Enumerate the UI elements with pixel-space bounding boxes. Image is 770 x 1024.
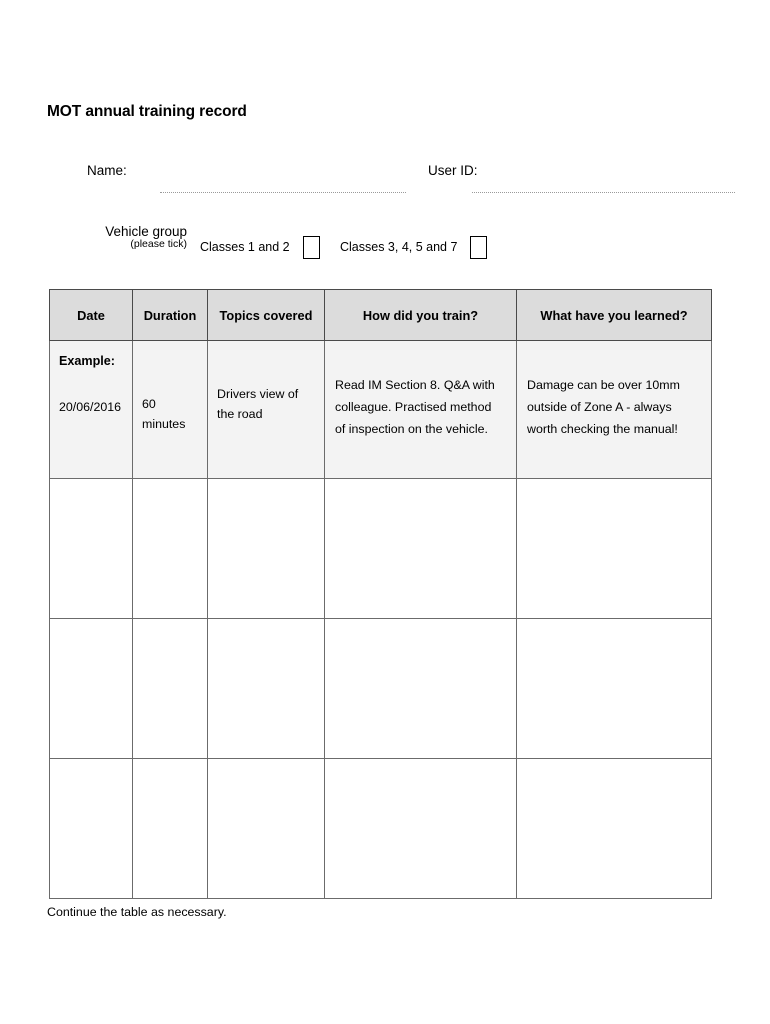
identity-fields: Name: User ID: [0,160,770,202]
table-row [49,758,712,899]
classes-1-2-checkbox[interactable] [302,235,320,259]
vehicle-group-option-classes-1-2[interactable]: Classes 1 and 2 [200,234,320,260]
cell-topics-example[interactable]: Drivers view of the road [207,340,325,479]
cell-learned[interactable] [516,758,712,899]
cell-topics[interactable] [207,758,325,899]
example-label: Example: [59,354,115,368]
training-record-table: Date Duration Topics covered How did you… [49,289,712,899]
vehicle-group-section: Vehicle group (please tick) Classes 1 an… [0,224,770,269]
cell-learned[interactable] [516,618,712,759]
example-topics-value: Drivers view of the road [217,387,299,422]
vehicle-group-option-classes-3-4-5-7[interactable]: Classes 3, 4, 5 and 7 [340,234,488,260]
cell-date-example[interactable]: Example: 20/06/2016 [49,340,133,479]
column-header-learned: What have you learned? [516,289,712,341]
cell-duration[interactable] [132,478,208,619]
classes-3-4-5-7-checkbox[interactable] [470,235,488,259]
document-page: MOT annual training record Name: User ID… [0,0,770,1024]
vehicle-group-hint: (please tick) [130,238,187,251]
example-how-value: Read IM Section 8. Q&A with colleague. P… [335,378,495,437]
example-learned-value: Damage can be over 10mm outside of Zone … [527,378,680,437]
column-header-date: Date [49,289,133,341]
cell-how[interactable] [324,478,517,619]
column-header-how: How did you train? [324,289,517,341]
cell-duration[interactable] [132,758,208,899]
column-header-topics: Topics covered [207,289,325,341]
table-header-row: Date Duration Topics covered How did you… [49,289,712,341]
cell-duration-example[interactable]: 60 minutes [132,340,208,479]
cell-duration[interactable] [132,618,208,759]
cell-how[interactable] [324,758,517,899]
table-row-example: Example: 20/06/2016 60 minutes Drivers v… [49,340,712,479]
cell-date[interactable] [49,478,133,619]
cell-date[interactable] [49,758,133,899]
name-input-line[interactable] [160,192,406,193]
footer-note: Continue the table as necessary. [47,905,227,919]
cell-how[interactable] [324,618,517,759]
cell-topics[interactable] [207,478,325,619]
cell-topics[interactable] [207,618,325,759]
vehicle-group-label: Vehicle group (please tick) [60,224,187,251]
classes-1-2-label: Classes 1 and 2 [200,240,290,254]
example-duration-value: 60 minutes [142,397,186,432]
vehicle-group-title: Vehicle group [105,224,187,239]
cell-how-example[interactable]: Read IM Section 8. Q&A with colleague. P… [324,340,517,479]
table-row [49,618,712,759]
page-title: MOT annual training record [47,103,247,120]
cell-learned[interactable] [516,478,712,619]
column-header-duration: Duration [132,289,208,341]
classes-3-4-5-7-label: Classes 3, 4, 5 and 7 [340,240,458,254]
user-id-input-line[interactable] [472,192,735,193]
name-label: Name: [87,163,127,178]
table-row [49,478,712,619]
cell-learned-example[interactable]: Damage can be over 10mm outside of Zone … [516,340,712,479]
user-id-label: User ID: [428,163,478,178]
example-date-value: 20/06/2016 [59,400,122,415]
cell-date[interactable] [49,618,133,759]
